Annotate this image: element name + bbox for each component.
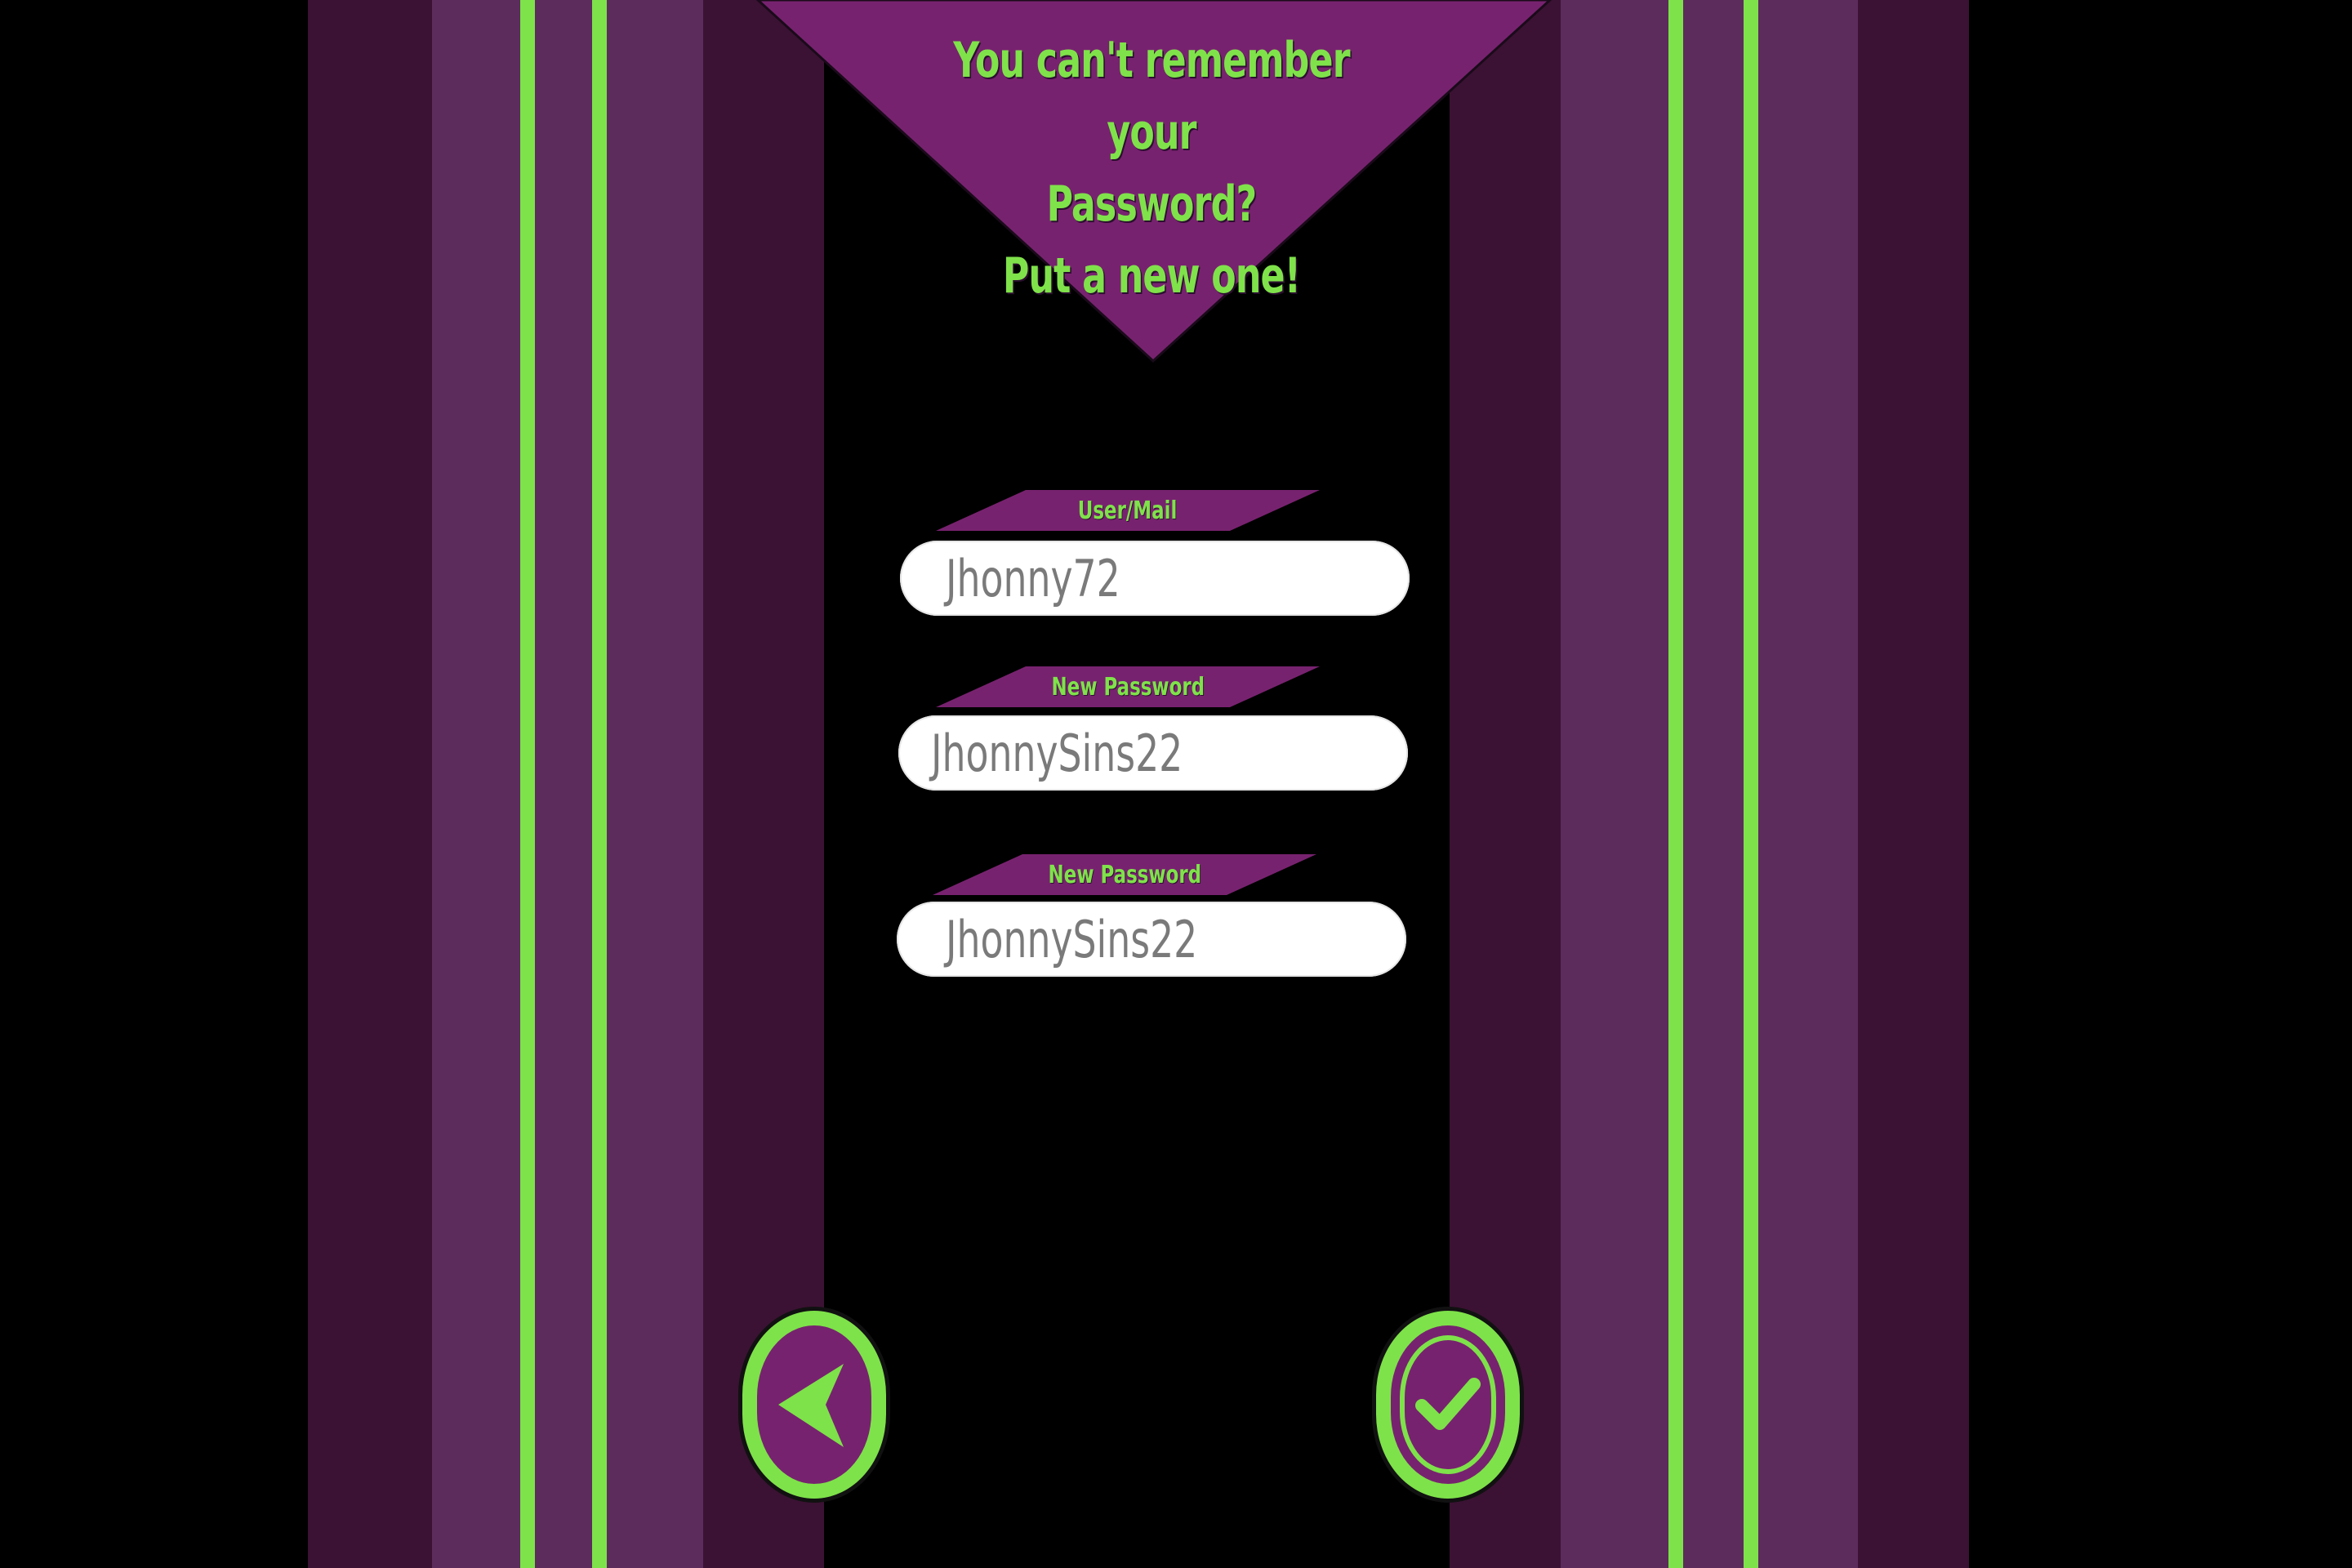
right-stripe-mid	[1561, 0, 1858, 1568]
confirm-password-value: JhonnySins22	[946, 909, 1198, 969]
right-stripe-dark	[1858, 0, 1969, 1568]
confirm-password-label: New Password	[1048, 860, 1201, 889]
back-button-inner	[757, 1325, 871, 1484]
checkmark-icon	[1415, 1378, 1481, 1430]
new-password-value: JhonnySins22	[931, 723, 1183, 783]
confirm-password-label-tag: New Password	[933, 854, 1316, 895]
new-password-input[interactable]: JhonnySins22	[898, 715, 1408, 791]
new-password-label-tag: New Password	[936, 666, 1320, 707]
confirm-button-inner	[1391, 1325, 1505, 1484]
right-green-line-1	[1668, 0, 1683, 1568]
title-line-2: Password?	[1046, 176, 1258, 233]
back-button[interactable]	[738, 1307, 890, 1503]
left-green-line-2	[592, 0, 607, 1568]
arrow-left-icon	[778, 1364, 844, 1447]
title-line-1: You can't remember your	[953, 32, 1350, 161]
user-mail-label-tag: User/Mail	[936, 490, 1320, 531]
user-mail-input[interactable]: Jhonny72	[900, 541, 1410, 616]
confirm-button[interactable]	[1372, 1307, 1524, 1503]
new-password-label: New Password	[1051, 672, 1205, 702]
confirm-password-input[interactable]: JhonnySins22	[897, 902, 1406, 977]
title-line-3: Put a new one!	[1002, 247, 1301, 305]
right-green-line-2	[1744, 0, 1758, 1568]
reset-password-screen: You can't remember your Password? Put a …	[0, 0, 2352, 1568]
left-stripe-mid	[432, 0, 703, 1568]
user-mail-value: Jhonny72	[946, 548, 1120, 608]
user-mail-label: User/Mail	[1078, 496, 1178, 525]
page-title: You can't remember your Password? Put a …	[917, 24, 1386, 312]
left-green-line-1	[520, 0, 535, 1568]
left-stripe-dark	[308, 0, 432, 1568]
confirm-button-ring	[1400, 1335, 1496, 1474]
